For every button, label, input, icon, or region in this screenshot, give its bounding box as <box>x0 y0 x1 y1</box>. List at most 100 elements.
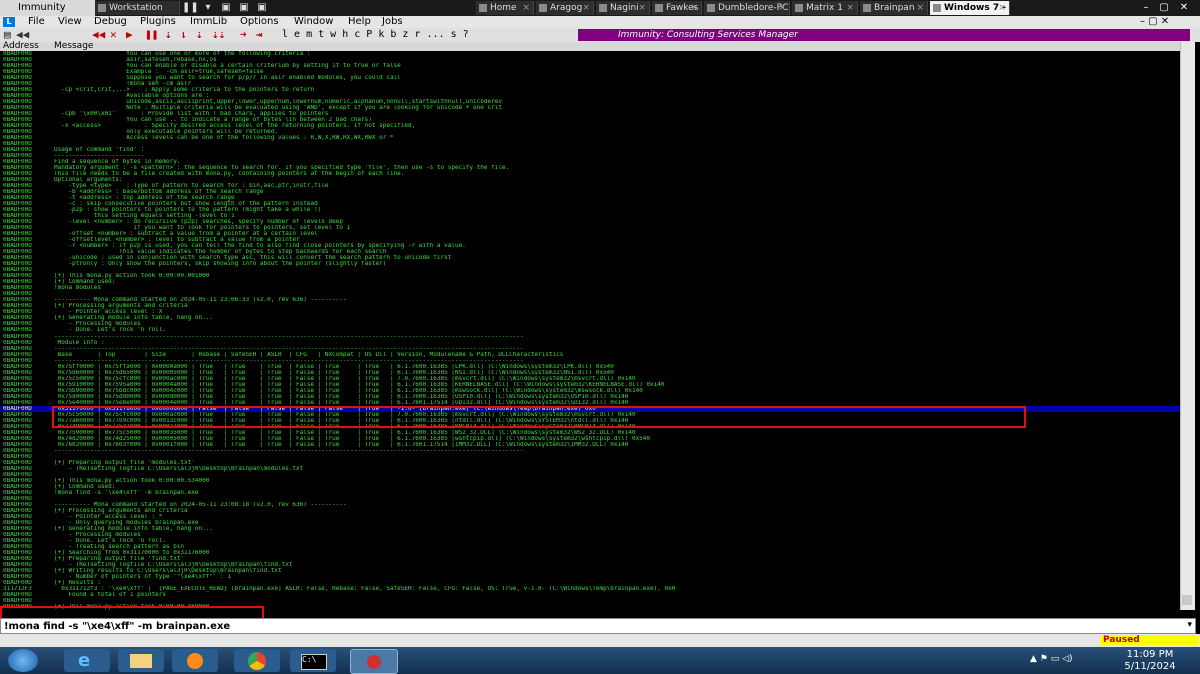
log-row[interactable]: 0BADF00D [+] Command used: <box>0 484 1180 490</box>
menu-item[interactable]: ImmLib <box>190 16 227 28</box>
vm-icon[interactable]: ▣ <box>218 1 234 15</box>
log-row[interactable]: 0BADF00D -p2p : show pointers to pointer… <box>0 207 1180 213</box>
log-row[interactable]: 0BADF00D -b <address> : base/bottom addr… <box>0 189 1180 195</box>
log-row[interactable]: 0BADF00D --------------------------------… <box>0 346 1180 352</box>
menubar-window-controls[interactable]: – ▢ ✕ <box>1140 16 1169 28</box>
tab-close-icon[interactable]: × <box>690 1 698 15</box>
close-icon[interactable]: ✕ <box>1174 1 1194 15</box>
log-row[interactable]: 0BADF00D Found a total of 1 pointers <box>0 592 1180 598</box>
scrollbar-thumb[interactable] <box>1182 595 1192 605</box>
log-row[interactable]: 0BADF00D Find a sequence of bytes in memo… <box>0 159 1180 165</box>
dropdown-icon[interactable]: ▾ <box>200 1 216 15</box>
log-row[interactable]: 0BADF00D asir,safeseh,rebase,nx,os <box>0 57 1180 63</box>
log-row[interactable]: 0BADF00D [+] Writing results to C:\Users\… <box>0 568 1180 574</box>
log-row[interactable]: 0BADF00D if you want to look for pointer… <box>0 225 1180 231</box>
log-row[interactable]: 0BADF00D - Processing modules <box>0 532 1180 538</box>
log-row[interactable]: 0BADF00D -cpb '\x00\x01' : Provide list … <box>0 111 1180 117</box>
log-row[interactable]: 0BADF00D -offset <number> : subtract a v… <box>0 231 1180 237</box>
log-row[interactable]: 0BADF00D 0x75e40000 | 0x75e8e000 | 0x000… <box>0 400 1180 406</box>
log-row[interactable]: 0BADF00D [+] Processing arguments and cri… <box>0 303 1180 309</box>
log-row[interactable]: 0BADF00D - Pointer access level : * <box>0 514 1180 520</box>
start-button-icon[interactable] <box>8 649 38 672</box>
host-tab[interactable]: Nagini × <box>596 1 650 15</box>
chrome-icon[interactable] <box>234 649 280 672</box>
log-row[interactable]: 0BADF00D <box>0 496 1180 502</box>
run-icon[interactable]: ▶ <box>126 29 133 41</box>
log-row[interactable]: 0BADF00D [+] Generating module info table… <box>0 526 1180 532</box>
goto-icon[interactable]: ➜ <box>240 29 247 41</box>
command-dropdown-icon[interactable]: ▾ <box>1187 620 1192 630</box>
message-column-header[interactable]: Message <box>54 42 93 51</box>
log-row[interactable]: 0BADF00D This file needs to be a file cre… <box>0 171 1180 177</box>
log-row[interactable]: 0BADF00D !mona find -s '\xe4\xff' -m brai… <box>0 490 1180 496</box>
menu-item[interactable]: Help <box>348 16 371 28</box>
log-row[interactable]: 0BADF00D 0x74d20000 | 0x74d25000 | 0x000… <box>0 436 1180 442</box>
log-row[interactable]: 0BADF00D <box>0 472 1180 478</box>
log-row[interactable]: 0BADF00D [+] This mona.py action took 0:0… <box>0 273 1180 279</box>
step-into-icon[interactable]: ⇣ <box>165 29 172 41</box>
log-row[interactable]: 0BADF00D Available options are : <box>0 93 1180 99</box>
log-row[interactable]: 0BADF00D [+] This mona.py action took 0:0… <box>0 478 1180 484</box>
command-input[interactable]: !mona find -s "\xe4\xff" -m brainpan.exe <box>4 620 230 633</box>
log-row[interactable]: 0BADF00D 0x75910000 | 0x7595a000 | 0x000… <box>0 382 1180 388</box>
log-row[interactable]: 0BADF00D -r <number> : if p2p is used, y… <box>0 243 1180 249</box>
step-out-icon[interactable]: ⇣ <box>196 29 203 41</box>
menu-item[interactable]: Jobs <box>382 16 403 28</box>
open-icon[interactable]: ▤ <box>4 29 11 41</box>
log-row[interactable]: 0BADF00D Base | Top | Size | Rebase | Sa… <box>0 352 1180 358</box>
log-row[interactable]: 0BADF00D - Only querying modules brainpa… <box>0 520 1180 526</box>
log-row[interactable]: 0BADF00D Module info : <box>0 340 1180 346</box>
log-row[interactable]: 0BADF00D [+] Preparing output file 'modul… <box>0 460 1180 466</box>
log-row[interactable]: 0BADF00D [+] Preparing output file 'find.… <box>0 556 1180 562</box>
log-row[interactable]: 0BADF00D This value indicates the number… <box>0 249 1180 255</box>
log-row[interactable]: 0BADF00D <box>0 598 1180 604</box>
host-tab[interactable]: Windows 7 - Debb...× <box>930 1 1010 15</box>
host-tab[interactable]: Aragog × <box>536 1 594 15</box>
command-bar[interactable]: !mona find -s "\xe4\xff" -m brainpan.exe… <box>0 618 1196 634</box>
log-row[interactable]: 0BADF00D <box>0 454 1180 460</box>
host-tab[interactable]: Matrix 1 × <box>792 1 858 15</box>
log-row[interactable]: 0BADF00D [+] Processing arguments and cri… <box>0 508 1180 514</box>
log-row[interactable]: 0BADF00D <box>0 291 1180 297</box>
menu-item[interactable]: View <box>58 16 82 28</box>
menu-item[interactable]: Debug <box>94 16 127 28</box>
log-row[interactable]: 0BADF00D -type <type> : Type of pattern … <box>0 183 1180 189</box>
log-row[interactable]: 0BADF00D ---------- Mona command started … <box>0 297 1180 303</box>
workspace-dropdown[interactable]: Workstation <box>95 1 180 15</box>
log-row[interactable]: 0BADF00D 0x75b90000 | 0x75bdc000 | 0x000… <box>0 388 1180 394</box>
log-row[interactable]: 0BADF00D -offsetlevel <number> : level t… <box>0 237 1180 243</box>
log-row[interactable]: 0BADF00D -ptronly : Only show the pointe… <box>0 261 1180 267</box>
rewind-icon[interactable]: ◀◀ <box>16 29 29 41</box>
minimize-icon[interactable]: – <box>1138 1 1154 15</box>
immunity-debugger-icon[interactable] <box>350 649 398 674</box>
clock[interactable]: 11:09 PM 5/11/2024 <box>1112 649 1188 673</box>
host-tab[interactable]: Fawkes × <box>652 1 702 15</box>
tab-close-icon[interactable]: × <box>522 1 530 15</box>
restart-icon[interactable]: ◀◀ <box>92 29 105 41</box>
log-row[interactable]: 0BADF00D 0x75d60000 | 0x75d65000 | 0x000… <box>0 370 1180 376</box>
log-row[interactable]: 0BADF00D only executable pointers will b… <box>0 129 1180 135</box>
tray-icons[interactable]: ▲ ⚑ ▭ ◁) <box>1030 654 1073 664</box>
log-row[interactable]: 0BADF00D 0x75c50000 | 0x75cfc000 | 0x000… <box>0 376 1180 382</box>
log-row[interactable]: 0BADF00D ------------------------- <box>0 153 1180 159</box>
log-row[interactable]: 0BADF00D You can use one or more of the … <box>0 51 1180 57</box>
log-row[interactable]: 0BADF00D [+] Searching from 0x31170000 to… <box>0 550 1180 556</box>
log-row[interactable]: 0BADF00D You can use .. to indicate a ra… <box>0 117 1180 123</box>
log-row[interactable]: 0BADF00D -c : skip consecutive pointers … <box>0 201 1180 207</box>
log-row[interactable]: 0BADF00D 0x77590000 | 0x775c5000 | 0x000… <box>0 430 1180 436</box>
log-row[interactable]: 0BADF00D !mona seh -cm aslr <box>0 81 1180 87</box>
media-player-icon[interactable] <box>172 649 218 672</box>
log-row[interactable]: 0BADF00D Example : -cm aslr=true,safeseh… <box>0 69 1180 75</box>
log-row[interactable]: 0BADF00D - (Re)setting logfile C:\Users\… <box>0 562 1180 568</box>
pause-debug-icon[interactable]: ❚❚ <box>145 29 158 41</box>
log-row[interactable]: 0BADF00D -unicode : used in conjunction … <box>0 255 1180 261</box>
log-row[interactable]: 0BADF00D - Done. Let's rock 'n roll. <box>0 538 1180 544</box>
log-row[interactable]: 0BADF00D Optional arguments: <box>0 177 1180 183</box>
log-row[interactable]: 0BADF00D [+] Results : <box>0 580 1180 586</box>
log-row[interactable]: 0BADF00D ---------- Mona command started … <box>0 502 1180 508</box>
vm-icon-3[interactable]: ▣ <box>254 1 270 15</box>
close-program-icon[interactable]: ✕ <box>110 29 117 41</box>
tab-close-icon[interactable]: × <box>638 1 646 15</box>
log-row[interactable]: 0BADF00D -t <address> : top address of t… <box>0 195 1180 201</box>
log-row[interactable]: 0BADF00D - Number of pointers of type '"… <box>0 574 1180 580</box>
